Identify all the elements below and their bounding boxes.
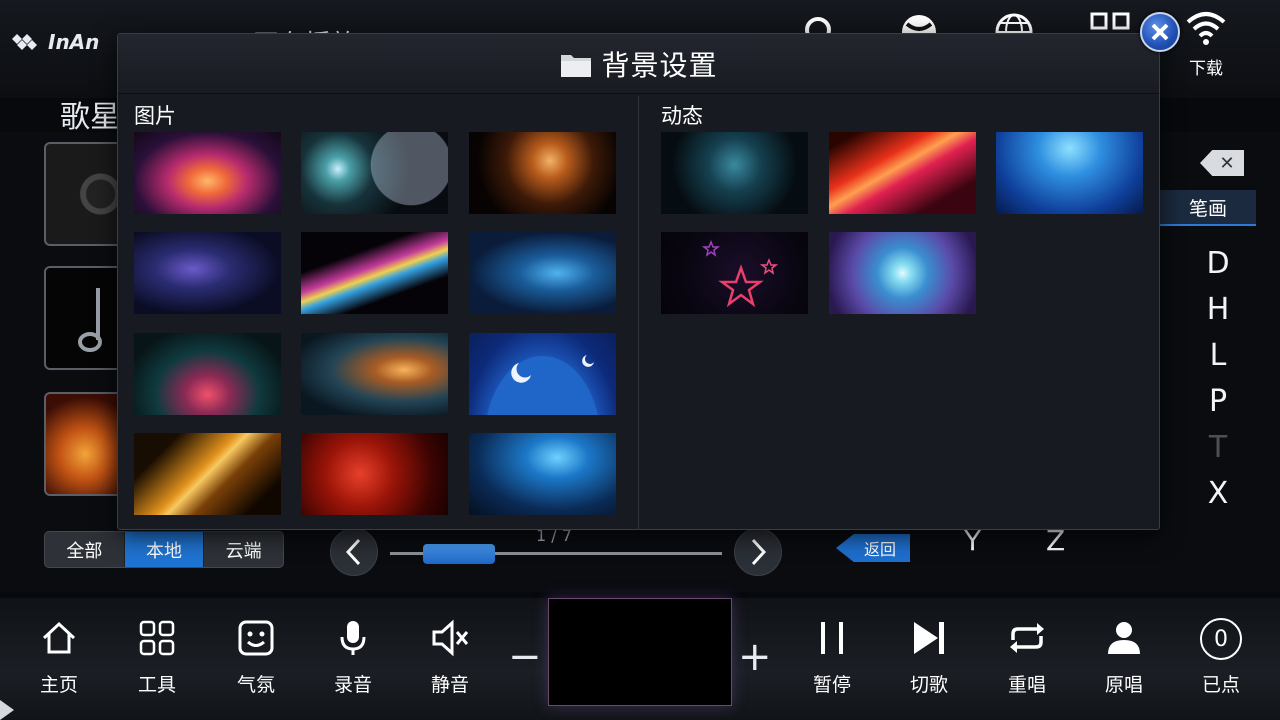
download-label: 下载 — [1189, 59, 1223, 79]
chevron-right-icon — [751, 538, 767, 566]
source-tabs: 全部 本地 云端 — [44, 531, 284, 568]
next-page-button[interactable] — [734, 528, 782, 576]
background-image-thumbnail[interactable] — [301, 333, 448, 415]
skip-label: 切歌 — [909, 674, 948, 696]
grid-icon — [139, 620, 175, 656]
dynamic-background-thumbnail[interactable] — [829, 132, 976, 214]
background-image-thumbnail[interactable] — [469, 333, 616, 415]
skip-icon — [914, 622, 944, 654]
alphabet-letter[interactable]: X — [1196, 476, 1240, 511]
volume-down-button[interactable]: − — [508, 634, 542, 680]
moon-icon — [511, 355, 594, 383]
brand-name: InAn — [48, 30, 100, 54]
music-note-icon — [78, 288, 102, 352]
dynamic-background-thumbnail[interactable] — [661, 132, 808, 214]
background-image-thumbnail[interactable] — [469, 433, 616, 515]
category-label: 歌星 — [60, 100, 120, 135]
tab-stroke[interactable]: 笔画 — [1160, 190, 1256, 226]
background-image-thumbnail[interactable] — [301, 132, 448, 214]
alphabet-letter[interactable]: L — [1196, 338, 1240, 373]
close-x-icon: ✕ — [1219, 152, 1235, 174]
dynamic-section-label: 动态 — [661, 104, 703, 128]
background-image-thumbnail[interactable] — [134, 433, 281, 515]
queued-songs-button[interactable]: 0 已点 — [1181, 618, 1261, 708]
replay-label: 重唱 — [1007, 674, 1046, 696]
home-label: 主页 — [39, 674, 78, 696]
mute-button[interactable]: 静音 — [410, 618, 490, 708]
background-image-thumbnail[interactable] — [134, 333, 281, 415]
wifi-icon — [1186, 12, 1226, 45]
original-vocal-button[interactable]: 原唱 — [1084, 618, 1164, 708]
atmosphere-button[interactable]: 气氛 — [216, 618, 296, 708]
alphabet-letter[interactable]: H — [1196, 292, 1240, 327]
dynamic-background-thumbnail[interactable] — [996, 132, 1143, 214]
tab-cloud[interactable]: 云端 — [204, 532, 283, 567]
mute-label: 静音 — [430, 674, 469, 696]
images-section-label: 图片 — [134, 104, 176, 128]
video-preview[interactable] — [548, 598, 732, 706]
logo-diamonds-icon — [12, 34, 37, 50]
queued-label: 已点 — [1201, 674, 1240, 696]
background-image-thumbnail[interactable] — [134, 232, 281, 314]
mute-icon — [432, 619, 469, 657]
background-image-thumbnail[interactable] — [469, 132, 616, 214]
close-dialog-button[interactable] — [1140, 12, 1180, 52]
close-icon — [1151, 23, 1169, 41]
previous-page-button[interactable] — [330, 528, 378, 576]
tab-local[interactable]: 本地 — [124, 532, 205, 567]
dynamic-background-thumbnail[interactable] — [661, 232, 808, 314]
alphabet-letter[interactable]: P — [1196, 384, 1240, 419]
dialog-title: 背景设置 — [601, 48, 718, 82]
dynamic-background-thumbnail[interactable] — [829, 232, 976, 314]
folder-icon — [561, 54, 592, 77]
alphabet-letter[interactable]: D — [1196, 246, 1240, 281]
play-arrow-icon[interactable] — [0, 700, 14, 720]
background-image-thumbnail[interactable] — [301, 433, 448, 515]
home-button[interactable]: 主页 — [19, 618, 99, 708]
chevron-left-icon — [345, 538, 361, 566]
singer-thumbnail[interactable] — [44, 142, 126, 246]
smiley-icon — [238, 620, 274, 656]
singer-thumbnail[interactable] — [44, 392, 126, 496]
person-icon — [1108, 622, 1140, 654]
record-button[interactable]: 录音 — [313, 618, 393, 708]
record-label: 录音 — [333, 674, 372, 696]
background-image-thumbnail[interactable] — [134, 132, 281, 214]
section-divider — [638, 96, 639, 530]
replay-button[interactable]: 重唱 — [987, 618, 1067, 708]
repeat-icon — [1010, 623, 1044, 653]
alphabet-letter[interactable]: T — [1196, 430, 1240, 465]
queued-count: 0 — [1214, 626, 1228, 652]
star-icon — [701, 239, 779, 308]
tab-all[interactable]: 全部 — [45, 532, 125, 567]
microphone-icon — [340, 621, 366, 655]
volume-up-button[interactable]: + — [738, 634, 772, 680]
background-settings-dialog: 背景设置 图片 动态 — [117, 33, 1160, 530]
skip-button[interactable]: 切歌 — [889, 618, 969, 708]
download-button[interactable]: 下载 — [1178, 8, 1234, 88]
background-image-thumbnail[interactable] — [469, 232, 616, 314]
pause-button[interactable]: 暂停 — [792, 618, 872, 708]
background-image-thumbnail[interactable] — [301, 232, 448, 314]
tools-button[interactable]: 工具 — [117, 618, 197, 708]
page-slider-thumb[interactable] — [423, 544, 495, 564]
dialog-header: 背景设置 — [118, 34, 1159, 94]
atmosphere-label: 气氛 — [236, 674, 275, 696]
app-logo: InAn — [10, 30, 99, 54]
pause-icon — [821, 622, 843, 654]
pause-label: 暂停 — [812, 674, 851, 696]
count-badge-icon: 0 — [1200, 618, 1242, 660]
home-icon — [42, 621, 76, 654]
singer-thumbnail[interactable] — [44, 266, 126, 370]
tools-label: 工具 — [137, 674, 176, 696]
original-vocal-label: 原唱 — [1104, 674, 1143, 696]
